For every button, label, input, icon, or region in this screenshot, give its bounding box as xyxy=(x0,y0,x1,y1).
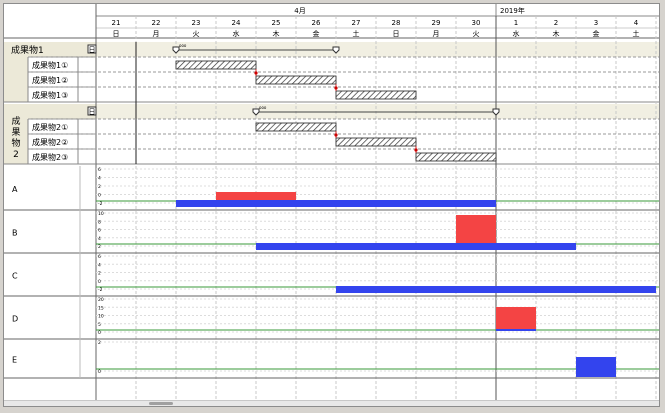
weekday-label: 金 xyxy=(593,29,600,38)
resource-overload-bar xyxy=(216,192,296,200)
resource-tick-label: 20 xyxy=(98,297,104,303)
weekday-label: 月 xyxy=(153,30,160,38)
resource-tick-label: 6 xyxy=(98,167,101,173)
gantt-chart: 4月 2019年21日22月23火24水25木26金27土28日29月30火1水2… xyxy=(4,4,659,406)
resource-label: B xyxy=(12,229,18,238)
weekday-label: 水 xyxy=(513,29,520,38)
collapse-glyph: 日 xyxy=(89,108,96,116)
weekday-label: 木 xyxy=(273,29,280,38)
resource-tick-label: -2 xyxy=(98,201,103,207)
weekday-label: 日 xyxy=(113,30,120,38)
date-label: 25 xyxy=(272,19,281,27)
task-label: 成果物1② xyxy=(32,75,68,85)
header-area xyxy=(4,4,659,38)
collapse-glyph: 日 xyxy=(89,46,96,54)
resource-tick-label: 2 xyxy=(98,340,101,346)
resource-label: E xyxy=(12,356,17,365)
date-label: 21 xyxy=(112,19,121,27)
resource-tick-label: 2 xyxy=(98,271,101,277)
resource-load-bar xyxy=(336,286,656,293)
resource-tick-label: -2 xyxy=(98,287,103,293)
resource-load-bar xyxy=(496,329,536,331)
date-label: 29 xyxy=(432,19,441,27)
task-bar xyxy=(335,90,417,100)
resource-label: C xyxy=(12,272,18,281)
date-label: 4 xyxy=(634,19,639,27)
resource-tick-label: 6 xyxy=(98,254,101,260)
resource-tick-label: 4 xyxy=(98,176,101,182)
resource-overload-bar xyxy=(496,307,536,329)
task-label: 成果物2② xyxy=(32,137,68,147)
task-bar xyxy=(175,60,257,70)
date-label: 24 xyxy=(232,19,241,27)
month-label: 4月 xyxy=(294,7,305,15)
resource-tick-label: 5 xyxy=(98,322,101,328)
resource-label: D xyxy=(12,315,18,324)
resource-tick-label: 10 xyxy=(98,211,104,217)
group-label-char: 果 xyxy=(11,127,20,138)
weekday-label: 木 xyxy=(553,29,560,38)
task-label: 成果物2① xyxy=(32,122,68,132)
horizontal-scrollbar[interactable] xyxy=(4,400,659,406)
group-label-char: 成 xyxy=(11,115,20,127)
group-label: 成果物1 xyxy=(11,44,44,56)
resource-load-bar xyxy=(256,243,576,250)
date-label: 27 xyxy=(352,19,361,27)
resource-tick-label: 8 xyxy=(98,219,101,225)
resource-tick-label: 0 xyxy=(98,279,101,285)
date-label: 30 xyxy=(472,19,481,27)
year-label: 2019年 xyxy=(500,6,525,15)
date-label: 3 xyxy=(594,19,598,27)
resource-tick-label: 2 xyxy=(98,184,101,190)
task-bar xyxy=(255,122,337,132)
weekday-label: 水 xyxy=(233,29,240,38)
task-label: 成果物2③ xyxy=(32,152,68,162)
weekday-label: 土 xyxy=(633,29,640,38)
resource-tick-label: 2 xyxy=(98,244,101,250)
group-label-char: 物 xyxy=(11,137,20,149)
task-bar xyxy=(335,137,417,147)
task-bar xyxy=(415,152,497,162)
resource-load-bar xyxy=(176,200,496,207)
resource-tick-label: 15 xyxy=(98,305,104,311)
task-bar xyxy=(255,75,337,85)
resource-overload-bar xyxy=(456,215,496,243)
weekday-label: 火 xyxy=(193,30,200,38)
weekday-label: 土 xyxy=(353,29,360,38)
resource-tick-label: 10 xyxy=(98,314,104,320)
date-label: 26 xyxy=(312,19,321,27)
summary-note: ooo xyxy=(259,105,267,110)
resource-tick-label: 0 xyxy=(98,330,101,336)
resource-tick-label: 4 xyxy=(98,236,101,242)
group-label-char: 2 xyxy=(13,150,19,160)
weekday-label: 月 xyxy=(433,30,440,38)
resource-tick-label: 4 xyxy=(98,262,101,268)
date-label: 1 xyxy=(514,19,518,27)
resource-tick-label: 0 xyxy=(98,369,101,375)
resource-label: A xyxy=(12,185,18,194)
task-label: 成果物1③ xyxy=(32,90,68,100)
resource-tick-label: 6 xyxy=(98,228,101,234)
date-label: 28 xyxy=(392,19,401,27)
weekday-label: 火 xyxy=(473,30,480,38)
weekday-label: 日 xyxy=(393,30,400,38)
date-label: 22 xyxy=(152,19,161,27)
task-label: 成果物1① xyxy=(32,60,68,70)
date-label: 2 xyxy=(554,19,558,27)
weekday-label: 金 xyxy=(313,29,320,38)
scrollbar-thumb[interactable] xyxy=(149,402,173,405)
date-label: 23 xyxy=(192,19,201,27)
summary-note: ooo xyxy=(179,43,187,48)
resource-tick-label: 0 xyxy=(98,193,101,199)
resource-load-bar xyxy=(576,357,616,377)
gantt-window: 4月 2019年 21 日 22 月 23 火 24 水 25 木 26 金 27 土 28 日 29 月 30 火 1 水 2… xyxy=(3,3,660,407)
